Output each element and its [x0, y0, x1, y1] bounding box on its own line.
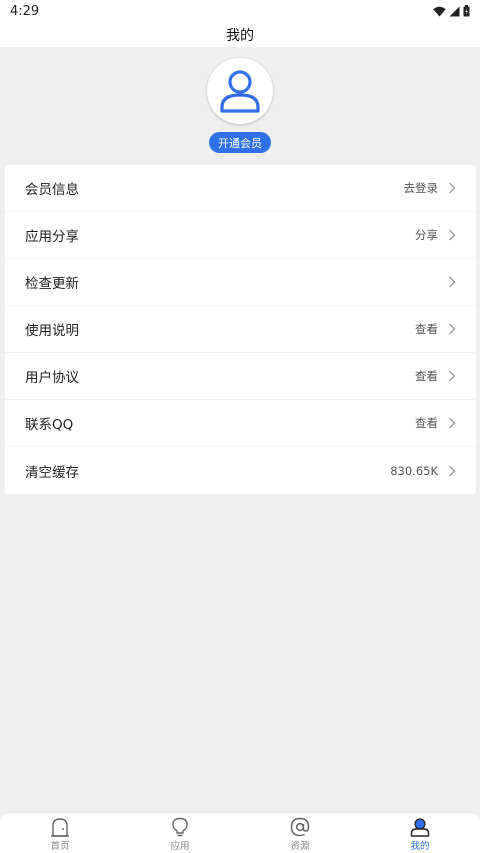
menu-item-value: 830.65K: [390, 463, 438, 478]
menu-item-value: 分享: [415, 228, 438, 242]
at-sign-icon: [290, 817, 310, 837]
status-icons: [433, 5, 470, 17]
bottom-tab-bar: 首页 应用 资源 我的: [0, 812, 480, 853]
menu-item-contact-qq[interactable]: 联系QQ 查看: [5, 400, 476, 447]
user-icon: [220, 70, 260, 113]
menu-item-clear-cache[interactable]: 清空缓存 830.65K: [5, 447, 476, 494]
chevron-right-icon: [449, 323, 456, 335]
page-header: 我的: [0, 22, 480, 47]
chevron-right-icon: [449, 417, 456, 429]
settings-menu: 会员信息 去登录 应用分享 分享 检查更新 使用说明 查看 用户协议 查看 联系…: [5, 165, 476, 494]
menu-item-value: 查看: [415, 416, 438, 430]
avatar[interactable]: [207, 58, 273, 124]
menu-item-value: 查看: [415, 322, 438, 336]
profile-section: 开通会员: [0, 47, 480, 165]
home-icon: [51, 818, 69, 837]
tab-label: 我的: [410, 841, 430, 852]
page-title: 我的: [226, 27, 254, 44]
menu-item-member-info[interactable]: 会员信息 去登录: [5, 165, 476, 212]
battery-icon: [463, 5, 470, 17]
status-time: 4:29: [10, 3, 40, 19]
chevron-right-icon: [449, 465, 456, 476]
chevron-right-icon: [449, 276, 456, 288]
tab-label: 应用: [170, 841, 190, 852]
tab-resources[interactable]: 资源: [240, 813, 360, 853]
lightbulb-icon: [172, 817, 188, 837]
tab-apps[interactable]: 应用: [120, 813, 240, 853]
menu-item-value: 查看: [415, 369, 438, 383]
menu-item-label: 用户协议: [25, 370, 79, 386]
chevron-right-icon: [449, 229, 456, 241]
signal-icon: [449, 6, 460, 16]
tab-label: 资源: [290, 841, 310, 852]
chevron-right-icon: [449, 370, 456, 382]
vip-membership-button[interactable]: 开通会员: [209, 132, 271, 153]
tab-home[interactable]: 首页: [0, 813, 120, 853]
menu-item-label: 应用分享: [25, 229, 79, 245]
menu-item-value: 去登录: [403, 181, 439, 195]
tab-mine[interactable]: 我的: [360, 813, 480, 853]
menu-item-label: 联系QQ: [25, 417, 74, 433]
chevron-right-icon: [449, 182, 456, 194]
menu-item-check-update[interactable]: 检查更新: [5, 259, 476, 306]
menu-item-label: 使用说明: [25, 323, 79, 339]
menu-item-label: 清空缓存: [25, 464, 79, 481]
menu-item-instructions[interactable]: 使用说明 查看: [5, 306, 476, 353]
status-bar: 4:29: [0, 0, 480, 22]
menu-item-user-agreement[interactable]: 用户协议 查看: [5, 353, 476, 400]
wifi-icon: [433, 6, 446, 16]
menu-item-label: 会员信息: [25, 182, 79, 198]
profile-icon: [410, 818, 430, 837]
menu-item-share-app[interactable]: 应用分享 分享: [5, 212, 476, 259]
tab-label: 首页: [50, 841, 70, 852]
menu-item-label: 检查更新: [25, 276, 79, 292]
